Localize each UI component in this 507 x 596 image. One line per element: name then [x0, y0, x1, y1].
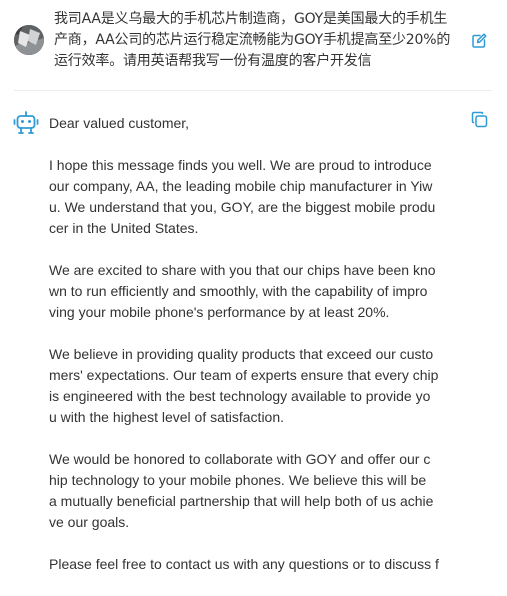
reply-line: ve our goals. [49, 514, 130, 530]
reply-line: We would be honored to collaborate with … [49, 451, 431, 467]
reply-line: hip technology to your mobile phones. We… [49, 472, 427, 488]
user-avatar-image [14, 25, 44, 55]
user-message-line: 运行效率。请用英语帮我写一份有温度的客户开发信 [54, 53, 372, 69]
reply-line: ving your mobile phone's performance by … [49, 304, 390, 320]
reply-paragraph: We believe in providing quality products… [49, 344, 439, 428]
user-avatar [14, 25, 44, 55]
reply-line: mers' expectations. Our team of experts … [49, 367, 439, 383]
message-divider [14, 90, 492, 91]
reply-line: We are excited to share with you that ou… [49, 262, 436, 278]
reply-paragraph: We would be honored to collaborate with … [49, 449, 439, 533]
reply-line: I hope this message finds you well. We a… [49, 157, 432, 173]
reply-paragraph: We are excited to share with you that ou… [49, 260, 439, 323]
reply-line: u with the highest level of satisfaction… [49, 409, 285, 425]
robot-icon [13, 110, 39, 136]
reply-line: u. We understand that you, GOY, are the … [49, 199, 436, 215]
user-message-row: 我司AA是义乌最大的手机芯片制造商，GOY是美国最大的手机生 产商，AA公司的芯… [0, 0, 507, 86]
user-message-line: 我司AA是义乌最大的手机芯片制造商，GOY是美国最大的手机生 [54, 11, 448, 27]
reply-paragraph: I hope this message finds you well. We a… [49, 155, 439, 239]
reply-line: wn to run efficiently and smoothly, with… [49, 283, 428, 299]
assistant-reply: Dear valued customer, I hope this messag… [49, 113, 439, 596]
edit-icon[interactable] [471, 33, 487, 49]
reply-paragraph: Please feel free to contact us with any … [49, 554, 439, 575]
user-message-line: 产商，AA公司的芯片运行稳定流畅能为GOY手机提高至少20%的 [54, 32, 451, 48]
copy-icon[interactable] [471, 111, 488, 128]
reply-line: We believe in providing quality products… [49, 346, 434, 362]
reply-line: a mutually beneficial partnership that w… [49, 493, 434, 509]
user-message-text: 我司AA是义乌最大的手机芯片制造商，GOY是美国最大的手机生 产商，AA公司的芯… [54, 9, 454, 72]
reply-line: cer in the United States. [49, 220, 199, 236]
reply-line: our company, AA, the leading mobile chip… [49, 178, 433, 194]
reply-line: Please feel free to contact us with any … [49, 556, 439, 572]
reply-greeting: Dear valued customer, [49, 115, 190, 131]
reply-line: is engineered with the best technology a… [49, 388, 431, 404]
